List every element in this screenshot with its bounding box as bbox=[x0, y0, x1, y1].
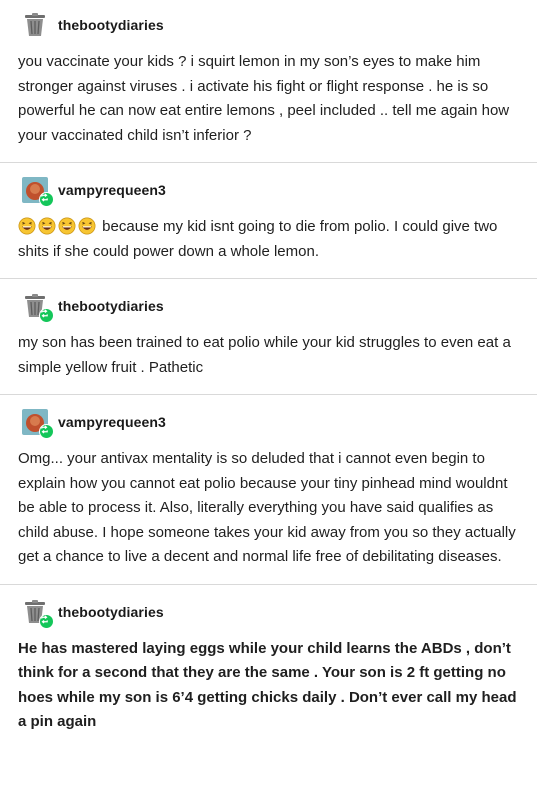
post-header: vampyrequeen3 bbox=[18, 407, 519, 439]
post: thebootydiaries my son has been trained … bbox=[0, 279, 537, 395]
avatar[interactable] bbox=[22, 177, 54, 207]
post: thebootydiaries He has mastered laying e… bbox=[0, 585, 537, 749]
reblog-icon bbox=[41, 193, 48, 202]
reblog-badge bbox=[39, 424, 54, 439]
reblog-badge bbox=[39, 192, 54, 207]
post: thebootydiaries you vaccinate your kids … bbox=[0, 0, 537, 163]
username[interactable]: vampyrequeen3 bbox=[58, 414, 166, 430]
laughing-face-emoji bbox=[78, 217, 96, 235]
post: vampyrequeen3 Omg... your antivax mental… bbox=[0, 395, 537, 585]
avatar[interactable] bbox=[22, 409, 54, 439]
reblog-badge bbox=[39, 613, 54, 629]
post-header: thebootydiaries bbox=[18, 597, 519, 629]
post-header: thebootydiaries bbox=[18, 291, 519, 323]
reblog-icon bbox=[41, 309, 48, 318]
post-text: my son has been trained to eat polio whi… bbox=[18, 334, 511, 376]
post-text: He has mastered laying eggs while your c… bbox=[18, 639, 517, 731]
username[interactable]: thebootydiaries bbox=[58, 298, 164, 314]
avatar[interactable] bbox=[22, 12, 48, 38]
laughing-face-emoji bbox=[18, 217, 36, 235]
trash-can-icon bbox=[25, 13, 45, 36]
avatar[interactable] bbox=[22, 599, 54, 629]
reblog-icon bbox=[41, 614, 48, 624]
emoji-group bbox=[18, 217, 102, 235]
post-header: vampyrequeen3 bbox=[18, 175, 519, 207]
post-text: because my kid isnt going to die from po… bbox=[18, 215, 519, 264]
reblog-icon bbox=[41, 425, 48, 434]
reblog-badge bbox=[39, 308, 54, 323]
avatar[interactable] bbox=[22, 293, 54, 323]
post-text: you vaccinate your kids ? i squirt lemon… bbox=[18, 53, 510, 144]
post-header: thebootydiaries bbox=[18, 10, 519, 40]
username[interactable]: thebootydiaries bbox=[58, 17, 164, 33]
post: vampyrequeen3 because my kid isnt going … bbox=[0, 163, 537, 279]
laughing-face-emoji bbox=[58, 217, 76, 235]
username[interactable]: thebootydiaries bbox=[58, 604, 164, 620]
username[interactable]: vampyrequeen3 bbox=[58, 182, 166, 198]
post-text: Omg... your antivax mentality is so delu… bbox=[18, 450, 516, 565]
laughing-face-emoji bbox=[38, 217, 56, 235]
